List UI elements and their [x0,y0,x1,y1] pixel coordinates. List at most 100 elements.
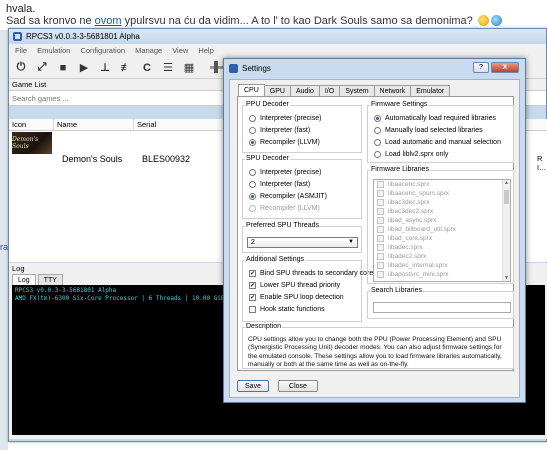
description-title: Description [245,323,283,330]
checkbox-indicator: ✔ [249,282,256,289]
radio-indicator [249,169,256,176]
spu-threads-value: 2 [251,239,255,246]
firmware-both-radio[interactable]: Load automatic and manual selection [374,139,501,146]
firmware-settings-title: Firmware Settings [370,101,429,108]
checkbox-indicator [377,262,384,269]
spu-threads-group: Preferred SPU Threads 2 ▼ [242,222,362,253]
checkbox-indicator: ✔ [249,294,256,301]
spu-recompiler-asmjit-radio[interactable]: Recompiler (ASMJIT) [249,193,327,200]
menu-emulation[interactable]: Emulation [37,46,70,55]
main-title-bar[interactable]: RPCS3 v0.0.3-3-5681801 Alpha [9,29,546,44]
ppu-interpreter-fast-radio[interactable]: Interpreter (fast) [249,127,310,134]
search-libraries-group: Search Libraries [367,287,514,319]
tab-log[interactable]: Log [12,274,36,285]
ppu-interpreter-precise-radio[interactable]: Interpreter (precise) [249,115,321,122]
tab-system[interactable]: System [339,85,375,96]
checkbox-indicator [377,244,384,251]
option-label: Manually load selected libraries [385,127,483,134]
firmware-liblv2-radio[interactable]: Load liblv2.sprx only [374,151,448,158]
library-item: libad_core.sprx [374,234,510,243]
firmware-manual-radio[interactable]: Manually load selected libraries [374,127,483,134]
library-name: libapostsrc_mini.sprx [388,271,449,278]
grid-icon[interactable]: ▦ [183,62,195,74]
chevron-down-icon: ▼ [348,239,354,245]
game-row-overflow: R I... [537,154,546,172]
firmware-auto-radio[interactable]: Automatically load required libraries [374,115,496,122]
spu-interpreter-fast-radio[interactable]: Interpreter (fast) [249,181,310,188]
menu-view[interactable]: View [172,46,188,55]
close-icon[interactable]: X [491,62,519,73]
menu-manage[interactable]: Manage [135,46,162,55]
library-name: libaacenc.sprx [388,181,430,188]
expand-icon[interactable]: ⤢ [36,61,48,74]
main-window-title: RPCS3 v0.0.3-3-5681801 Alpha [26,32,140,41]
forum-link[interactable]: ovom [95,15,122,27]
cog-icon[interactable]: ⊥ [99,62,111,74]
library-name: libac3dec.sprx [388,199,430,206]
option-label: Load automatic and manual selection [385,139,501,146]
scroll-up-icon[interactable]: ▲ [504,180,509,186]
tab-audio[interactable]: Audio [289,85,320,96]
option-label: Load liblv2.sprx only [385,151,449,158]
bind-spu-threads-checkbox[interactable]: ✔ Bind SPU threads to secondary cores [249,270,377,277]
tab-io[interactable]: I/O [318,85,341,96]
library-item: libad_billboard_util.sprx [374,225,510,234]
spu-loop-detection-checkbox[interactable]: ✔ Enable SPU loop detection [249,294,344,301]
scroll-down-icon[interactable]: ▼ [504,275,509,281]
hook-static-functions-checkbox[interactable]: Hook static functions [249,306,325,313]
option-label: Bind SPU threads to secondary cores [260,270,377,277]
tab-gpu[interactable]: GPU [263,85,291,96]
spu-decoder-group: SPU Decoder Interpreter (precise) Interp… [242,155,362,219]
play-icon[interactable]: ▶ [78,62,90,74]
lower-spu-priority-checkbox[interactable]: ✔ Lower SPU thread priority [249,282,340,289]
checkbox-indicator [377,235,384,242]
radio-indicator [249,205,256,212]
library-item: libadec2.sprx [374,252,510,261]
ppu-recompiler-llvm-radio[interactable]: Recompiler (LLVM) [249,139,320,146]
radio-indicator [249,139,256,146]
tab-tty[interactable]: TTY [37,274,63,285]
library-scrollbar[interactable]: ▲ ▼ [502,180,510,281]
spu-interpreter-precise-radio[interactable]: Interpreter (precise) [249,169,321,176]
forum-text-after: ypulrsvu na ću da vidim... A to l' to ka… [121,15,476,27]
tab-cpu[interactable]: CPU [238,84,265,96]
cpu-tab-pane: PPU Decoder Interpreter (precise) Interp… [237,96,514,371]
refresh-icon[interactable]: C [141,62,153,74]
ppu-decoder-group: PPU Decoder Interpreter (precise) Interp… [242,101,362,153]
search-libraries-input[interactable] [373,302,511,313]
close-button[interactable]: Close [278,380,318,392]
spu-threads-select[interactable]: 2 ▼ [247,237,358,248]
column-name[interactable]: Name [54,119,134,130]
firmware-libraries-title: Firmware Libraries [370,166,430,173]
save-button[interactable]: Save [237,380,269,392]
option-label: Interpreter (precise) [260,115,322,122]
tab-emulator[interactable]: Emulator [410,85,451,96]
option-label: Hook static functions [260,306,325,313]
library-name: libac3dec2.sprx [388,208,434,215]
stop-icon[interactable]: ■ [57,62,69,74]
tab-network[interactable]: Network [373,85,412,96]
smiley-icon [477,15,489,26]
game-search-input[interactable] [12,93,212,103]
description-text: CPU settings allow you to change both th… [248,336,502,369]
forum-text-before: Sad sa kronvo ne [6,15,95,27]
power-icon[interactable]: ⏻ [15,61,27,74]
radio-indicator [249,193,256,200]
library-item: libac3dec2.sprx [374,207,510,216]
library-item: libapostsrc_mini.sprx [374,270,510,279]
checkbox-indicator [249,306,256,313]
help-button[interactable]: ? [473,62,489,73]
settings-title-bar[interactable]: Settings ? X [224,59,525,77]
menu-file[interactable]: File [15,46,27,55]
page-sidebar-strip: ra [0,30,8,450]
list-icon[interactable]: ☰ [162,62,174,74]
column-icon[interactable]: Icon [9,119,54,130]
menu-configuration[interactable]: Configuration [80,46,125,55]
settings-body: CPU GPU Audio I/O System Network Emulato… [229,79,520,398]
menu-help[interactable]: Help [198,46,213,55]
library-name: libadec_internal.sprx [388,262,448,269]
checkbox-indicator [377,199,384,206]
sliders-icon[interactable]: ≢ [120,62,132,74]
menu-bar: File Emulation Configuration Manage View… [9,44,546,57]
scroll-thumb[interactable] [504,190,509,204]
